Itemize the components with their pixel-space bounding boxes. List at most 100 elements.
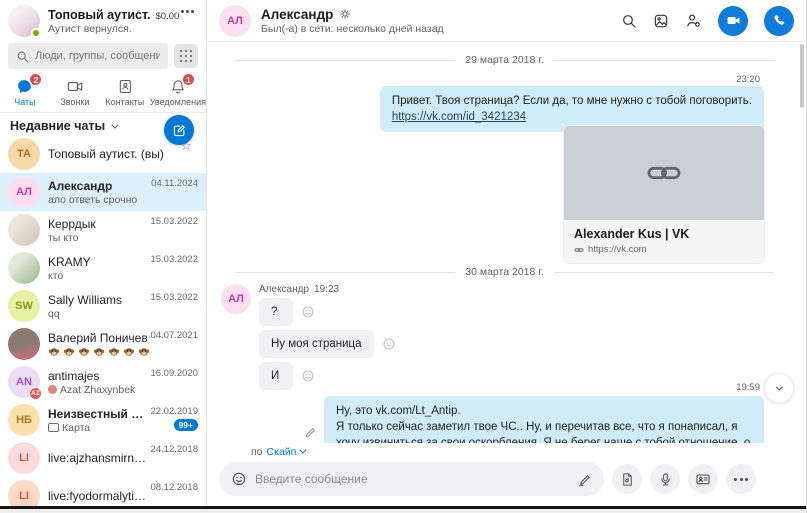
compose-icon — [172, 123, 187, 138]
list-item[interactable]: НБ Неизвестный бот Карта 22.02.2019 99+ — [0, 401, 206, 439]
list-item[interactable]: Валерий Поничев 04.07.2021 — [0, 325, 206, 363]
sender-avatar[interactable]: АЛ — [221, 284, 251, 314]
gear-icon[interactable] — [339, 8, 351, 20]
dialpad-icon[interactable] — [174, 44, 198, 68]
monkey-emoji — [138, 346, 150, 358]
chat-date: 15.03.2022 — [150, 254, 198, 265]
chat-date: 04.07.2021 — [150, 330, 198, 341]
monkey-emoji — [93, 346, 105, 358]
video-call-button[interactable] — [718, 6, 748, 36]
nav-tabs: 2 Чаты Звонки Контакты — [0, 73, 206, 113]
video-camera-icon — [66, 78, 84, 95]
link-icon-small — [574, 245, 584, 255]
sketch-pen-icon[interactable] — [577, 472, 592, 487]
chat-name: Неизвестный бот — [48, 407, 150, 421]
add-people-icon[interactable] — [685, 12, 702, 29]
list-item-selected[interactable]: АЛ Александр ало ответь срочно 04.11.202… — [0, 173, 206, 211]
contact-card-button[interactable] — [688, 464, 718, 494]
send-file-button[interactable] — [612, 464, 642, 494]
link-icon — [645, 154, 683, 192]
add-reaction-icon[interactable] — [301, 305, 315, 319]
via-channel-selector[interactable]: Скайп — [267, 446, 305, 458]
tab-notifications-label: Уведомления — [150, 97, 206, 107]
add-reaction-icon[interactable] — [301, 369, 315, 383]
scroll-to-bottom-button[interactable] — [764, 373, 794, 403]
monkey-emoji — [78, 346, 90, 358]
avatar-photo — [8, 214, 40, 246]
chat-date: 04.11.2024 — [151, 178, 198, 189]
chevron-down-icon — [775, 383, 782, 390]
chat-name: antimajes — [48, 369, 150, 383]
tab-chats-label: Чаты — [14, 97, 35, 107]
message-timestamp: 19:23 — [314, 284, 339, 295]
list-item[interactable]: LI live:ajzhansmirnova18... 24.12.2018 — [0, 439, 206, 477]
edit-pencil-icon[interactable] — [304, 426, 317, 439]
search-conversation-icon[interactable] — [621, 13, 637, 29]
link-preview-card[interactable]: ⋮ Alexander Kus | VK https://vk.com — [564, 126, 764, 263]
incoming-message[interactable]: Ну моя страница — [259, 330, 374, 358]
profile-info: Топовый аутист. $0.00 Аутист вернулся. — [48, 8, 179, 35]
emoji-picker-icon[interactable] — [231, 471, 247, 487]
list-item[interactable]: Керрдык ты кто 15.03.2022 — [0, 211, 206, 249]
avatar-photo — [8, 252, 40, 284]
list-item[interactable]: SW Sally Williams qq 15.03.2022 — [0, 287, 206, 325]
message-input-pill[interactable] — [219, 462, 604, 496]
link-preview-title: Alexander Kus | VK — [574, 227, 754, 241]
tab-contacts[interactable]: Контакты — [100, 77, 150, 107]
avatar: LI — [8, 442, 40, 474]
conversation-pane: АЛ Александр Был(-а) в сети: несколько д… — [207, 0, 806, 506]
chat-preview: ты кто — [48, 232, 150, 244]
search-input[interactable] — [35, 50, 160, 62]
incoming-message[interactable]: И — [259, 362, 293, 390]
chat-preview: кто — [48, 270, 150, 282]
tab-calls-label: Звонки — [60, 97, 89, 107]
tab-calls[interactable]: Звонки — [50, 77, 100, 107]
incoming-message[interactable]: ? — [259, 298, 293, 326]
profile-name: Топовый аутист. — [48, 8, 151, 22]
tab-chats[interactable]: 2 Чаты — [0, 77, 50, 107]
message-text: Я только сейчас заметил твое ЧС.. Ну, и … — [336, 419, 752, 443]
profile-avatar[interactable] — [8, 5, 40, 37]
search-box[interactable] — [8, 43, 168, 69]
conversation-title[interactable]: Александр — [261, 7, 333, 22]
chat-date: 15.03.2022 — [150, 292, 198, 303]
message-input[interactable] — [255, 472, 569, 486]
list-item[interactable]: AN AZ antimajes Azat Zhaxynbek 16.09.202… — [0, 363, 206, 401]
contacts-book-icon — [117, 78, 133, 95]
add-reaction-icon[interactable] — [382, 337, 396, 351]
group-member-badge: AZ — [29, 387, 42, 400]
conversation-header: АЛ Александр Был(-а) в сети: несколько д… — [207, 0, 806, 42]
link-preview-url[interactable]: https://vk.com — [588, 244, 647, 255]
conversation-avatar[interactable]: АЛ — [219, 5, 251, 37]
outgoing-message[interactable]: Ну, это vk.com/Lt_Antip. Я только сейчас… — [324, 396, 764, 443]
list-item[interactable]: LI live:fyodormalytin200... 08.12.2018 — [0, 477, 206, 506]
avatar: НБ — [8, 404, 40, 436]
recent-chats-title[interactable]: Недавние чаты — [10, 119, 116, 133]
search-row — [0, 40, 206, 73]
chat-date: 24.12.2018 — [150, 444, 198, 455]
tab-notifications[interactable]: 1 Уведомления — [150, 77, 206, 107]
profile-header[interactable]: Топовый аутист. $0.00 Аутист вернулся. — [0, 0, 206, 40]
gallery-icon[interactable] — [653, 13, 669, 29]
chat-date: 08.12.2018 — [150, 482, 198, 493]
more-options-icon[interactable] — [181, 10, 194, 13]
scrollbar-thumb[interactable] — [800, 44, 804, 108]
chat-name: KRAMY — [48, 255, 150, 269]
chat-preview: qq — [48, 308, 150, 320]
chat-list: ТА Топовый аутист. (вы) ☆ АЛ Александр а… — [0, 135, 206, 506]
date-divider: 29 марта 2018 г. — [235, 54, 774, 66]
voice-call-button[interactable] — [764, 6, 794, 36]
message-history[interactable]: 29 марта 2018 г. 23:20 Привет. Твоя стра… — [207, 42, 806, 443]
composer-bar — [207, 460, 806, 506]
avatar: LI — [8, 480, 40, 506]
voice-message-button[interactable] — [650, 464, 680, 494]
chat-name: Sally Williams — [48, 293, 150, 307]
message-link[interactable]: https://vk.com/id_3421234 — [392, 111, 526, 123]
chat-date: 15.03.2022 — [150, 216, 198, 227]
incoming-message-group: АЛ Александр 19:23 ? Ну моя страница — [221, 284, 396, 394]
link-preview-image — [564, 126, 764, 220]
list-item[interactable]: KRAMY кто 15.03.2022 — [0, 249, 206, 287]
more-composer-options-icon[interactable] — [726, 464, 756, 494]
chat-date: 16.09.2020 — [150, 368, 198, 379]
new-chat-button[interactable] — [164, 115, 194, 145]
